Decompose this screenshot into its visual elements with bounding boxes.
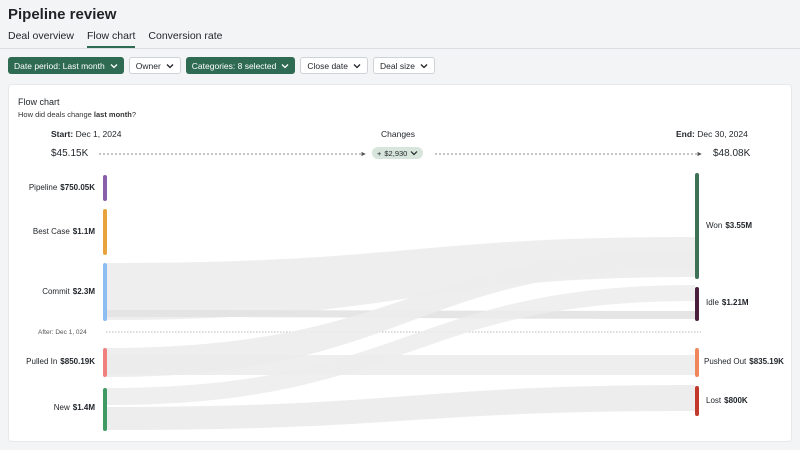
after-date-label: After: Dec 1, 024	[38, 329, 87, 336]
chevron-down-icon	[166, 63, 174, 68]
filter-close-date[interactable]: Close date	[300, 57, 368, 74]
node-name: Commit	[42, 287, 70, 296]
flow-diagram	[99, 151, 702, 430]
change-value: $2,930	[384, 148, 408, 158]
node-name: Pushed Out	[704, 357, 747, 366]
tab-conversion-rate[interactable]: Conversion rate	[148, 30, 222, 48]
tabs-divider	[0, 48, 800, 49]
node-value: $2.3M	[72, 287, 95, 296]
node-label-lost: Lost $800K	[706, 396, 748, 405]
chevron-down-icon	[420, 63, 428, 68]
node-name: New	[53, 403, 70, 412]
filter-date-period[interactable]: Date period: Last month	[8, 57, 124, 74]
node-name: Best Case	[32, 227, 70, 236]
node-bar-idle[interactable]	[695, 287, 699, 321]
tab-bar: Deal overview Flow chart Conversion rate	[8, 30, 223, 48]
node-label-won: Won $3.55M	[706, 221, 752, 230]
page-title: Pipeline review	[8, 6, 117, 23]
filter-categories[interactable]: Categories: 8 selected	[185, 57, 296, 74]
node-bar-new[interactable]	[103, 388, 107, 431]
node-label-new: New $1.4M	[54, 403, 95, 412]
node-label-pushed-out: Pushed Out $835.19K	[704, 357, 784, 366]
node-name: Idle	[706, 298, 719, 307]
filter-owner-label: Owner	[135, 60, 161, 71]
node-label-commit: Commit $2.3M	[42, 287, 95, 296]
change-badge[interactable]: + $2,930	[372, 147, 424, 159]
node-value: $800K	[724, 396, 748, 405]
node-bar-commit[interactable]	[103, 263, 107, 321]
node-value: $835.19K	[749, 357, 784, 366]
node-bar-pushed-out[interactable]	[695, 348, 699, 377]
node-value: $750.05K	[60, 183, 95, 192]
filter-deal-size-label: Deal size	[380, 60, 415, 71]
chevron-down-icon	[410, 151, 418, 156]
chevron-down-icon	[110, 63, 118, 68]
node-bar-lost[interactable]	[695, 386, 699, 416]
plus-icon: +	[377, 148, 382, 158]
filter-date-period-label: Date period: Last month	[14, 60, 105, 71]
node-label-pulled-in: Pulled In $850.19K	[26, 357, 95, 366]
filter-categories-label: Categories: 8 selected	[191, 60, 277, 71]
node-value: $1.21M	[721, 298, 749, 307]
node-value: $850.19K	[60, 357, 95, 366]
node-label-best-case: Best Case $1.1M	[33, 227, 95, 236]
node-bar-won[interactable]	[695, 173, 699, 279]
filter-deal-size[interactable]: Deal size	[373, 57, 435, 74]
filter-bar: Date period: Last month Owner Categories…	[8, 57, 435, 74]
tab-flow-chart[interactable]: Flow chart	[86, 30, 136, 48]
node-bar-pulled-in[interactable]	[103, 348, 107, 377]
flow-pulledin-pushedout	[107, 355, 695, 375]
node-value: $3.55M	[725, 221, 752, 230]
flow-chart-card: Flow chart How did deals change last mon…	[8, 84, 792, 442]
node-label-pipeline: Pipeline $750.05K	[29, 183, 95, 192]
node-bar-best-case[interactable]	[103, 209, 107, 255]
chevron-down-icon	[353, 63, 361, 68]
filter-owner[interactable]: Owner	[128, 57, 181, 74]
filter-close-date-label: Close date	[307, 60, 348, 71]
node-name: Won	[706, 221, 723, 230]
node-name: Lost	[706, 396, 722, 405]
node-name: Pipeline	[28, 183, 58, 192]
node-value: $1.4M	[72, 403, 95, 412]
node-value: $1.1M	[72, 227, 95, 236]
node-label-idle: Idle $1.21M	[706, 298, 749, 307]
tab-deal-overview[interactable]: Deal overview	[8, 30, 74, 48]
node-name: Pulled In	[26, 357, 58, 366]
chevron-down-icon	[281, 63, 289, 68]
node-bar-pipeline[interactable]	[103, 175, 107, 201]
